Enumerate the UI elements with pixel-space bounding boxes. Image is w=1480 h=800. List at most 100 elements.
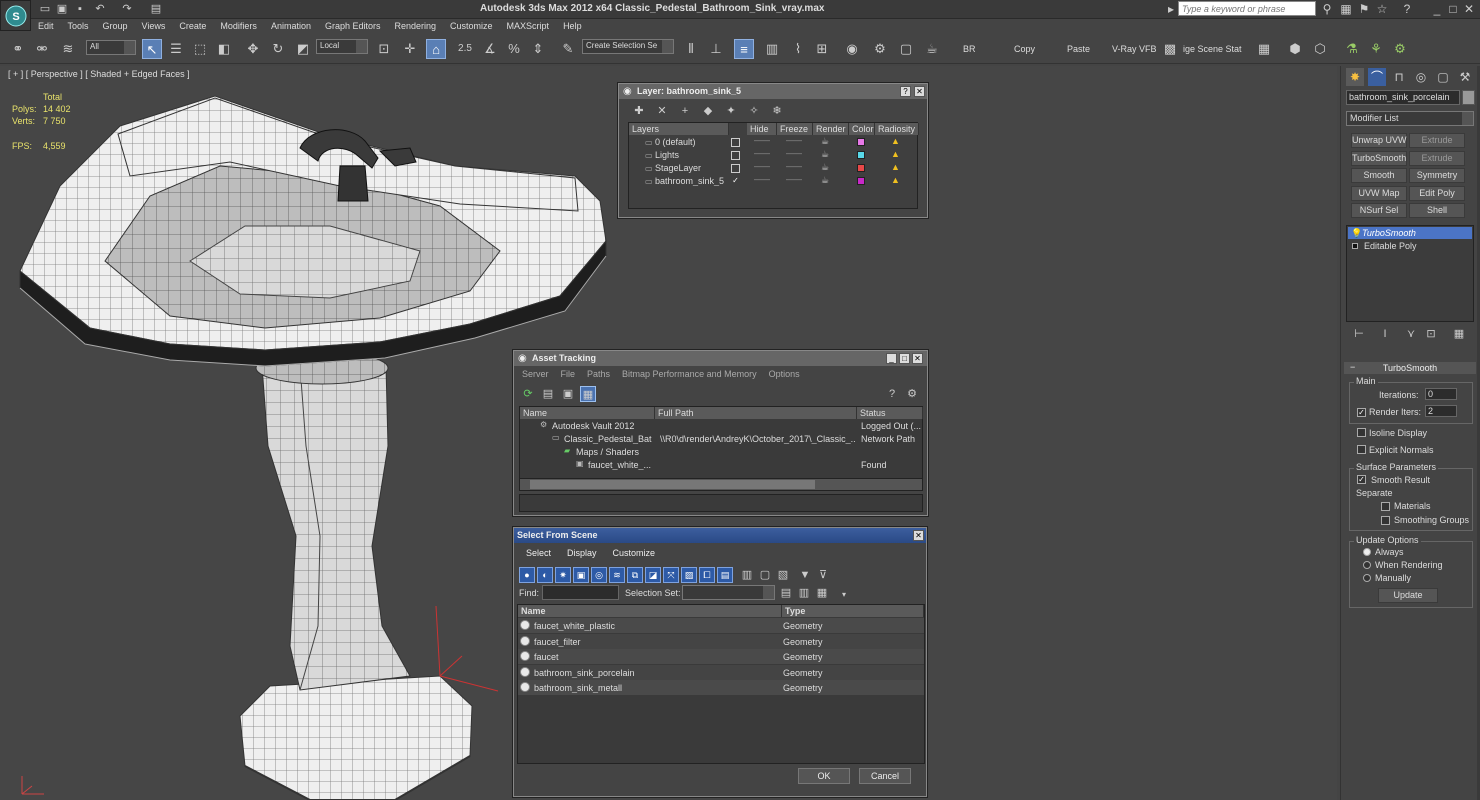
unlink-icon[interactable]: ⚮ [32,39,52,59]
select-menu-select[interactable]: Select [518,546,559,560]
when-rendering-radio[interactable] [1363,561,1371,569]
layer-freeze-toggle[interactable]: —— [786,136,802,145]
create-layer-icon[interactable]: ✚ [631,103,647,119]
binoculars-icon[interactable]: ⚲ [1320,2,1334,16]
pin-stack-icon[interactable]: ⊢ [1351,326,1367,342]
menu-item-animation[interactable]: Animation [264,19,318,35]
redo-icon[interactable]: ↷ [120,2,134,16]
modifier-button-unwrap-uvw[interactable]: Unwrap UVW [1351,133,1407,148]
display-containers-icon[interactable]: ▨ [681,567,697,583]
asset-menu-server[interactable]: Server [516,367,555,381]
make-unique-icon[interactable]: ⋎ [1403,326,1419,342]
ok-button[interactable]: OK [798,768,850,784]
menu-item-group[interactable]: Group [96,19,135,35]
display-shapes-icon[interactable]: ◐ [537,567,553,583]
window-crossing-icon[interactable]: ◧ [214,39,234,59]
save-icon[interactable]: ▪ [73,2,87,16]
scene-object-type[interactable]: Geometry [783,621,923,631]
scene-object-name[interactable]: bathroom_sink_metall [534,683,780,693]
display-cameras-icon[interactable]: ▣ [573,567,589,583]
render-iters-checkbox[interactable]: ✓ [1357,408,1366,417]
stack-item-editable-poly[interactable]: Editable Poly [1348,240,1472,252]
menu-item-graph-editors[interactable]: Graph Editors [318,19,388,35]
highlight-layer-icon[interactable]: ✦ [723,103,739,119]
scene-states-icon[interactable]: ▦ [1254,39,1274,59]
menu-item-create[interactable]: Create [172,19,213,35]
maximize-icon[interactable]: □ [1446,2,1460,16]
undo-icon[interactable]: ↶ [93,2,107,16]
asset-menu-bitmap-performance-and-memory[interactable]: Bitmap Performance and Memory [616,367,763,381]
grid-view-icon[interactable]: ▦ [580,386,596,402]
layer-dialog-title[interactable]: Layer: bathroom_sink_5 [619,84,927,99]
smoothing-groups-checkbox[interactable] [1381,516,1390,525]
menu-item-views[interactable]: Views [135,19,173,35]
new-file-icon[interactable]: ▭ [38,2,52,16]
menu-item-rendering[interactable]: Rendering [388,19,444,35]
app-logo-button[interactable]: S [0,0,31,31]
hierarchy-tab-icon[interactable]: ⊓ [1390,68,1408,86]
refresh-icon[interactable]: ⟳ [520,386,536,402]
layer-current-checkbox[interactable] [731,151,740,160]
subscription-icon[interactable]: ▦ [1339,2,1353,16]
layer-freeze-toggle[interactable]: —— [786,149,802,158]
scene-object-type[interactable]: Geometry [783,683,923,693]
layer-current-checkbox[interactable] [731,138,740,147]
menu-item-maxscript[interactable]: MAXScript [500,19,557,35]
edit-named-sets-icon[interactable]: ✎ [558,39,578,59]
radiosity-icon[interactable]: ▲ [891,162,900,172]
add-to-layer-icon[interactable]: + [677,103,693,119]
stack-item-turbosmooth[interactable]: TurboSmooth [1348,227,1472,239]
remove-from-set-icon[interactable]: ▦ [814,585,830,601]
link-icon[interactable]: ⚭ [8,39,28,59]
asset-col-name[interactable]: Name [520,407,655,419]
modifier-button-extrude[interactable]: Extrude [1409,150,1465,166]
scene-object-name[interactable]: faucet [534,652,780,662]
asset-menu-options[interactable]: Options [763,367,806,381]
asset-horizontal-scrollbar[interactable] [520,478,922,490]
xref-icon[interactable]: ⚘ [1366,39,1386,59]
align-icon[interactable]: ⊥ [706,39,726,59]
scale-icon[interactable]: ◩ [293,39,313,59]
close-icon[interactable]: ✕ [1462,2,1476,16]
graphite-tools-icon[interactable]: ▥ [762,39,782,59]
select-object-icon[interactable]: ↖ [142,39,162,59]
display-xrefs-icon[interactable]: ◪ [645,567,661,583]
asset-row-name[interactable]: faucet_white_... [588,460,652,470]
open-file-icon[interactable]: ▣ [55,2,69,16]
layer-color-swatch[interactable] [857,151,865,159]
modifier-list-dropdown[interactable]: Modifier List [1346,111,1474,126]
asset-row-name[interactable]: Classic_Pedestal_Bat... [564,434,652,444]
render-teapot-icon[interactable]: ☕ [821,136,829,147]
modifier-button-uvw-map[interactable]: UVW Map [1351,185,1407,201]
asset-help-icon[interactable]: ? [884,386,900,402]
schematic-view-icon[interactable]: ⊞ [812,39,832,59]
modifier-button-symmetry[interactable]: Symmetry [1409,168,1465,183]
remove-modifier-icon[interactable]: ⊡ [1423,326,1439,342]
display-tab-icon[interactable]: ▢ [1434,68,1452,86]
create-tab-icon[interactable]: ✸ [1346,68,1364,86]
layer-hide-toggle[interactable]: —— [754,136,770,145]
configure-sets-icon[interactable]: ▦ [1451,326,1467,342]
layer-color-swatch[interactable] [857,177,865,185]
asset-col-full-path[interactable]: Full Path [655,407,857,419]
asset-col-status[interactable]: Status [857,407,923,419]
display-helpers-icon[interactable]: ◎ [591,567,607,583]
scene-object-type[interactable]: Geometry [783,652,923,662]
select-by-name-icon[interactable]: ☰ [166,39,186,59]
display-frozen-icon[interactable]: ⧠ [699,567,715,583]
asset-close-button[interactable]: ✕ [912,353,923,364]
select-menu-customize[interactable]: Customize [605,546,664,560]
angle-snap-icon[interactable]: ∡ [480,39,500,59]
asset-row-path[interactable]: \\R0\d\render\AndreyK\October_2017\_Clas… [660,434,855,444]
show-end-result-icon[interactable]: I [1377,326,1393,342]
render-teapot-icon[interactable]: ☕ [821,149,829,160]
delete-layer-icon[interactable]: ✕ [654,103,670,119]
asset-row-name[interactable]: Autodesk Vault 2012 [552,421,652,431]
materials-checkbox[interactable] [1381,502,1390,511]
layer-help-button[interactable]: ? [900,86,911,97]
explicit-normals-checkbox[interactable] [1357,445,1366,454]
layer-col-layers[interactable]: Layers [629,123,729,135]
layer-manager-icon[interactable]: ≡ [734,39,754,59]
filter-icon[interactable]: ▼ [797,567,813,583]
image-scene-stat-button[interactable]: ige Scene Stat [1183,44,1242,54]
